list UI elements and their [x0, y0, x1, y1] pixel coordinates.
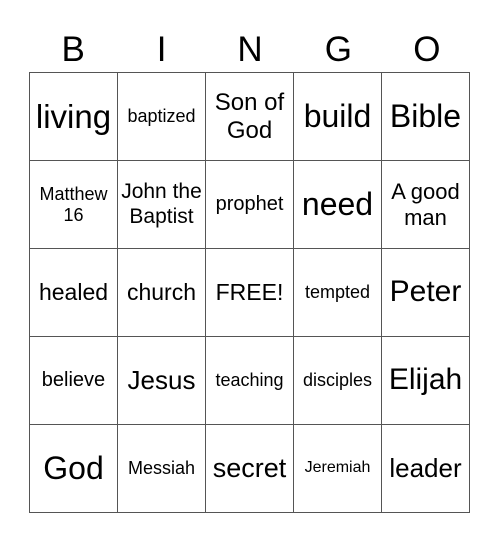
bingo-cell[interactable]: disciples	[293, 336, 382, 425]
bingo-cell[interactable]: secret	[205, 424, 294, 513]
header-letter-n: N	[237, 30, 263, 69]
bingo-cell[interactable]: Son of God	[205, 72, 294, 161]
header-letter-g: G	[324, 30, 353, 69]
bingo-cell[interactable]: Bible	[381, 72, 470, 161]
bingo-cell[interactable]: FREE!	[205, 248, 294, 337]
bingo-cell[interactable]: A good man	[381, 160, 470, 249]
bingo-cell[interactable]: God	[29, 424, 118, 513]
bingo-cell[interactable]: build	[293, 72, 382, 161]
bingo-cell[interactable]: believe	[29, 336, 118, 425]
bingo-cell[interactable]: teaching	[205, 336, 294, 425]
bingo-card: living baptized Son of God build Bible Matthe…	[29, 72, 470, 513]
bingo-cell[interactable]: need	[293, 160, 382, 249]
bingo-cell[interactable]: church	[117, 248, 206, 337]
bingo-cell[interactable]: Peter	[381, 248, 470, 337]
bingo-cell[interactable]: Elijah	[381, 336, 470, 425]
bingo-cell[interactable]: leader	[381, 424, 470, 513]
bingo-cell[interactable]: Messiah	[117, 424, 206, 513]
card-row: healed church FREE! tempted Peter	[29, 248, 470, 337]
bingo-header: B I N G O	[29, 28, 471, 72]
card-row: living baptized Son of God build Bible	[29, 72, 470, 161]
card-row: Matthew 16 John the Baptist prophet need A g…	[29, 160, 470, 249]
bingo-cell[interactable]: baptized	[117, 72, 206, 161]
bingo-cell[interactable]: healed	[29, 248, 118, 337]
bingo-cell[interactable]: living	[29, 72, 118, 161]
card-row: believe Jesus teaching disciples Elijah	[29, 336, 470, 425]
bingo-cell[interactable]: Jeremiah	[293, 424, 382, 513]
header-letter-i: I	[156, 30, 167, 69]
header-letter-o: O	[413, 30, 441, 69]
header-letter-b: B	[61, 30, 85, 69]
bingo-cell[interactable]: tempted	[293, 248, 382, 337]
card-row: God Messiah secret Jeremiah leader	[29, 424, 470, 513]
bingo-cell[interactable]: prophet	[205, 160, 294, 249]
bingo-cell[interactable]: John the Baptist	[117, 160, 206, 249]
bingo-cell[interactable]: Matthew 16	[29, 160, 118, 249]
bingo-cell[interactable]: Jesus	[117, 336, 206, 425]
